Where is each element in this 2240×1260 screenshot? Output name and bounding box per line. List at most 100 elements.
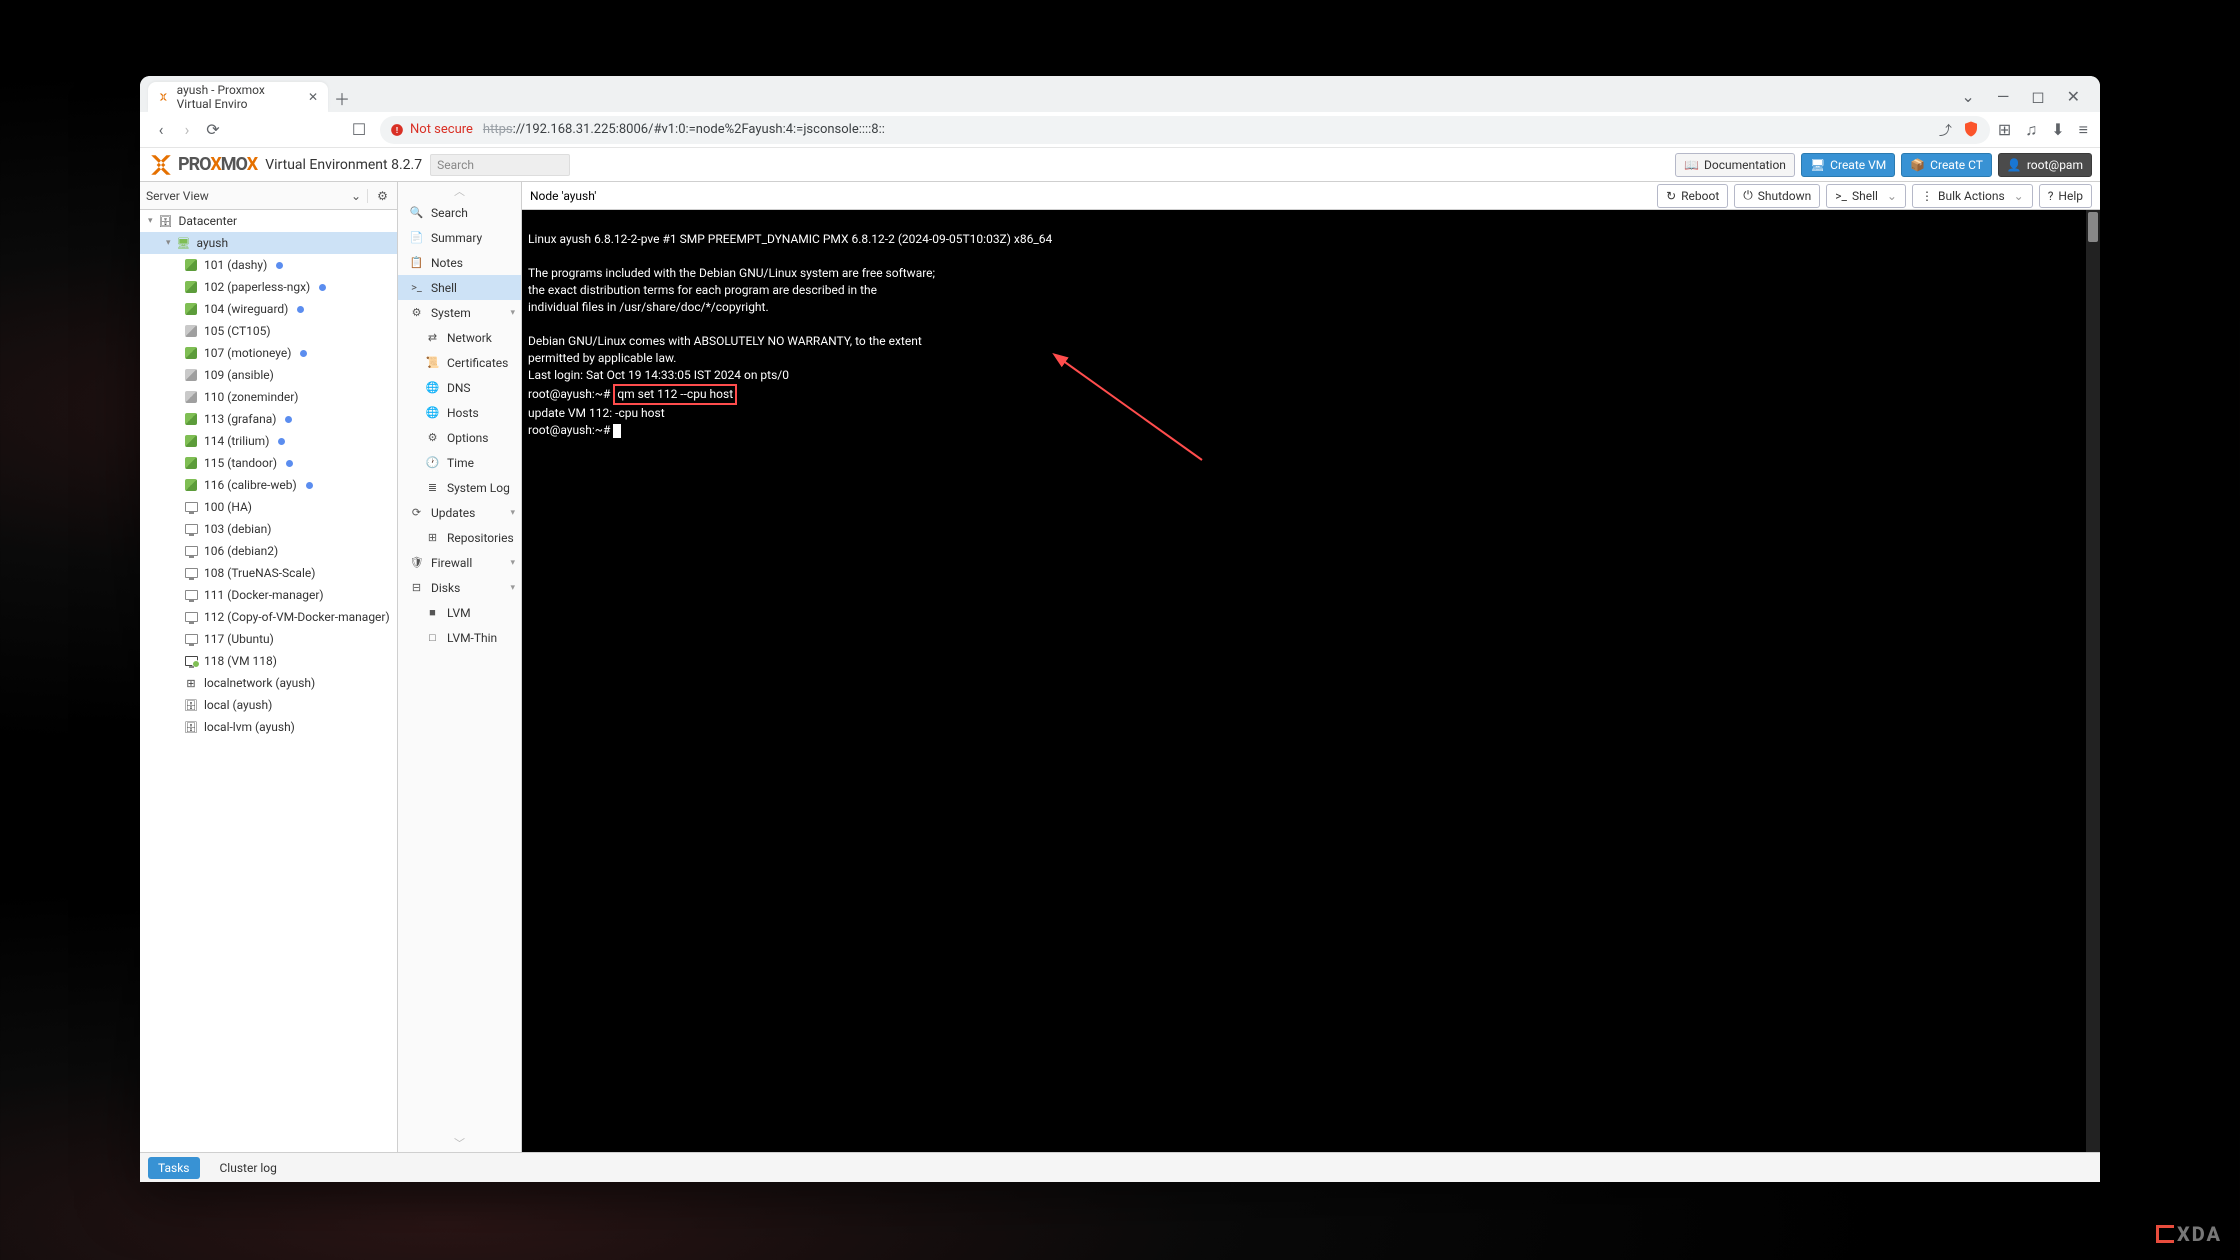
gear-icon[interactable]: ⚙ xyxy=(367,189,391,203)
tree-item[interactable]: 117 (Ubuntu) xyxy=(140,628,397,650)
tree-item[interactable]: 112 (Copy-of-VM-Docker-manager) xyxy=(140,606,397,628)
documentation-button[interactable]: 📖Documentation xyxy=(1675,153,1795,177)
config-menu: 🔍Search📄Summary📋Notes>_Shell⚙System▾⇄Net… xyxy=(398,200,521,1134)
config-menu-item[interactable]: 📋Notes xyxy=(398,250,521,275)
brave-shield-icon[interactable] xyxy=(1962,120,1980,138)
config-menu-item[interactable]: ⚙Options xyxy=(398,425,521,450)
config-menu-item[interactable]: 🛡Firewall▾ xyxy=(398,550,521,575)
back-button[interactable]: ‹ xyxy=(148,120,174,139)
status-dot xyxy=(306,482,313,489)
content-panel: Node 'ayush' ↻Reboot ⏻Shutdown >_Shell⌄ … xyxy=(522,182,2100,1152)
menu-item-icon: ⊟ xyxy=(410,581,423,594)
config-menu-item[interactable]: ⊟Disks▾ xyxy=(398,575,521,600)
forward-button[interactable]: › xyxy=(174,120,200,139)
new-tab-button[interactable]: ＋ xyxy=(328,84,356,112)
minimize-icon[interactable]: ― xyxy=(1997,87,2010,106)
shell-button[interactable]: >_Shell⌄ xyxy=(1826,184,1906,208)
scroll-down-icon[interactable]: ﹀ xyxy=(398,1134,521,1152)
tasks-tab[interactable]: Tasks xyxy=(148,1157,200,1179)
tree-item[interactable]: 101 (dashy) xyxy=(140,254,397,276)
chevron-down-icon[interactable]: ⌄ xyxy=(1961,87,1974,106)
tree-item[interactable]: ▾🗄Datacenter xyxy=(140,210,397,232)
user-menu-button[interactable]: 👤root@pam xyxy=(1998,153,2092,177)
config-menu-item[interactable]: ⊞Repositories xyxy=(398,525,521,550)
config-menu-item[interactable]: 🌐Hosts xyxy=(398,400,521,425)
tree-item[interactable]: 109 (ansible) xyxy=(140,364,397,386)
config-menu-item[interactable]: 📜Certificates xyxy=(398,350,521,375)
tree-item[interactable]: 105 (CT105) xyxy=(140,320,397,342)
config-menu-item[interactable]: 🌐DNS xyxy=(398,375,521,400)
address-bar[interactable]: ! Not secure https://192.168.31.225:8006… xyxy=(380,116,1990,144)
tree-item[interactable]: ▾🖥ayush xyxy=(140,232,397,254)
config-menu-item[interactable]: 🕐Time xyxy=(398,450,521,475)
bulk-actions-button[interactable]: ⋮Bulk Actions⌄ xyxy=(1912,184,2033,208)
menu-item-icon: □ xyxy=(426,631,439,644)
tree-item[interactable]: 🗄local (ayush) xyxy=(140,694,397,716)
tree-item[interactable]: 103 (debian) xyxy=(140,518,397,540)
tree-item[interactable]: 108 (TrueNAS-Scale) xyxy=(140,562,397,584)
tree-item[interactable]: 104 (wireguard) xyxy=(140,298,397,320)
menu-item-label: Firewall xyxy=(431,556,472,570)
menu-item-label: LVM xyxy=(447,606,471,620)
tree-item[interactable]: 113 (grafana) xyxy=(140,408,397,430)
tree-item[interactable]: 🗄local-lvm (ayush) xyxy=(140,716,397,738)
terminal[interactable]: Linux ayush 6.8.12-2-pve #1 SMP PREEMPT_… xyxy=(522,210,2100,1152)
tree-item[interactable]: 116 (calibre-web) xyxy=(140,474,397,496)
scrollbar[interactable] xyxy=(2086,210,2100,1152)
reload-button[interactable]: ⟳ xyxy=(200,120,226,139)
menu-item-label: Shell xyxy=(431,281,457,295)
close-icon[interactable]: ✕ xyxy=(2067,87,2080,106)
vm-icon xyxy=(184,524,198,534)
status-dot xyxy=(319,284,326,291)
tree-item[interactable]: 118 (VM 118) xyxy=(140,650,397,672)
proxmox-header: PROXMOX Virtual Environment 8.2.7 Search… xyxy=(140,148,2100,182)
global-search-input[interactable]: Search xyxy=(430,154,570,176)
browser-tab[interactable]: ayush - Proxmox Virtual Enviro ✕ xyxy=(148,82,328,112)
tree-item[interactable]: 115 (tandoor) xyxy=(140,452,397,474)
tree-item[interactable]: 100 (HA) xyxy=(140,496,397,518)
scroll-up-icon[interactable]: ︿ xyxy=(398,182,521,200)
tree-item[interactable]: 110 (zoneminder) xyxy=(140,386,397,408)
storage-icon: 🗄 xyxy=(184,721,198,734)
config-menu-item[interactable]: >_Shell xyxy=(398,275,521,300)
tree-item[interactable]: 111 (Docker-manager) xyxy=(140,584,397,606)
config-menu-item[interactable]: 🔍Search xyxy=(398,200,521,225)
config-menu-item[interactable]: ⚙System▾ xyxy=(398,300,521,325)
vm-icon xyxy=(184,612,198,622)
status-dot xyxy=(286,460,293,467)
reboot-button[interactable]: ↻Reboot xyxy=(1657,184,1728,208)
vm-icon xyxy=(184,590,198,600)
warning-icon: ! xyxy=(390,123,404,137)
create-ct-button[interactable]: 📦Create CT xyxy=(1901,153,1992,177)
container-icon xyxy=(184,325,198,337)
config-menu-item[interactable]: ⇄Network xyxy=(398,325,521,350)
help-button[interactable]: ?Help xyxy=(2039,184,2092,208)
config-menu-item[interactable]: □LVM-Thin xyxy=(398,625,521,650)
extensions-icon[interactable]: ⊞ xyxy=(1998,120,2011,140)
tree-item-label: 118 (VM 118) xyxy=(204,654,277,668)
download-icon[interactable]: ⬇ xyxy=(2051,120,2064,140)
shutdown-button[interactable]: ⏻Shutdown xyxy=(1734,184,1820,208)
tree-item[interactable]: 106 (debian2) xyxy=(140,540,397,562)
config-menu-item[interactable]: 📄Summary xyxy=(398,225,521,250)
share-icon[interactable]: ⤴ xyxy=(1939,120,1952,139)
config-menu-item[interactable]: ≣System Log xyxy=(398,475,521,500)
proxmox-logo[interactable]: PROXMOX xyxy=(148,152,257,178)
tree-item[interactable]: ⊞localnetwork (ayush) xyxy=(140,672,397,694)
config-menu-item[interactable]: ■LVM xyxy=(398,600,521,625)
tree-item[interactable]: 102 (paperless-ngx) xyxy=(140,276,397,298)
config-menu-item[interactable]: ⟳Updates▾ xyxy=(398,500,521,525)
chevron-down-icon: ▾ xyxy=(510,583,515,593)
chevron-down-icon: ⌄ xyxy=(2014,189,2024,203)
tree-view-selector[interactable]: Server View ⌄⚙ xyxy=(140,182,397,210)
cluster-log-tab[interactable]: Cluster log xyxy=(210,1157,287,1179)
maximize-icon[interactable]: ◻ xyxy=(2031,87,2044,106)
menu-icon[interactable]: ≡ xyxy=(2079,120,2088,140)
close-tab-icon[interactable]: ✕ xyxy=(308,90,318,104)
music-icon[interactable]: ♫ xyxy=(2025,120,2037,140)
tree-item[interactable]: 107 (motioneye) xyxy=(140,342,397,364)
container-icon xyxy=(184,391,198,403)
tree-item[interactable]: 114 (trilium) xyxy=(140,430,397,452)
bookmark-icon[interactable]: ☐ xyxy=(346,120,372,139)
create-vm-button[interactable]: 🖥Create VM xyxy=(1801,153,1895,177)
